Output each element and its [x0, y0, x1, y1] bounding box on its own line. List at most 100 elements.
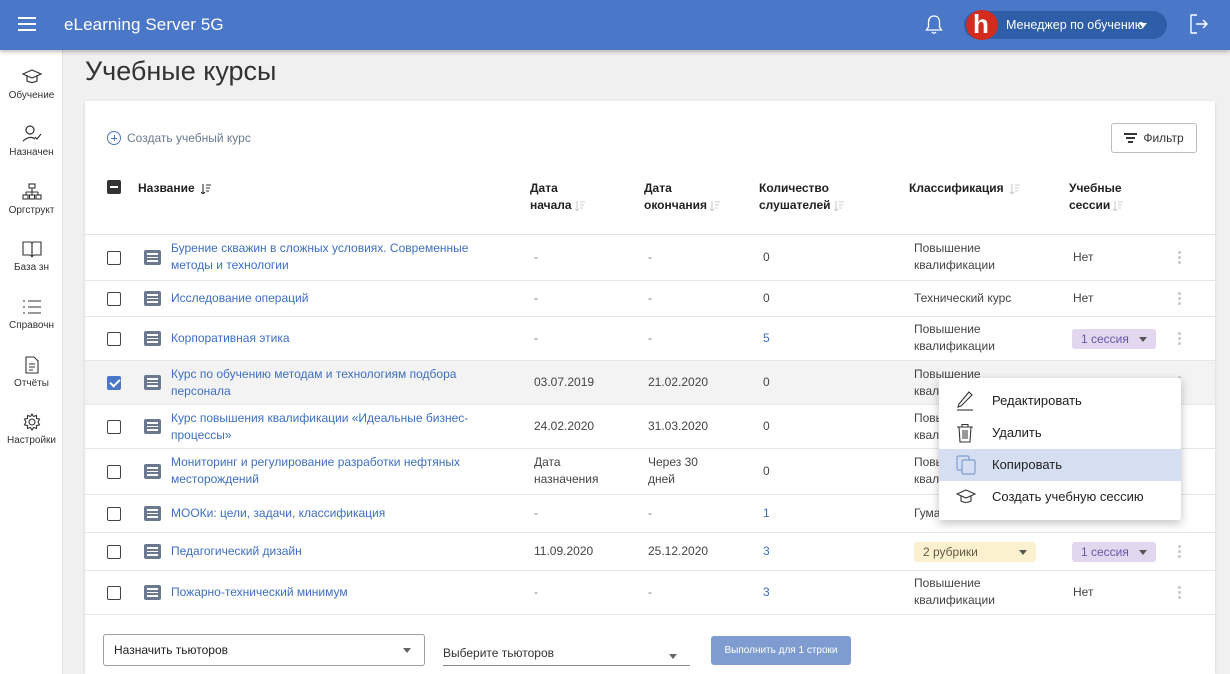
classification: Технический курс [914, 291, 1012, 305]
table-header: Название Дата начала Дата окончания Коли… [85, 173, 1215, 235]
course-name-link[interactable]: Мониторинг и регулирование разработки не… [171, 454, 471, 488]
logout-icon[interactable] [1188, 13, 1210, 35]
row-checkbox[interactable] [107, 545, 121, 559]
sort-icon [1010, 183, 1021, 194]
row-checkbox[interactable] [107, 332, 121, 346]
tutor-select[interactable]: Выберите тьюторов [443, 641, 690, 666]
chevron-down-icon [1139, 23, 1147, 28]
row-actions-icon[interactable] [1178, 332, 1182, 346]
table-row[interactable]: Пожарно-технический минимум - - 3 Повыше… [85, 571, 1215, 615]
row-actions-icon[interactable] [1178, 251, 1182, 265]
chevron-down-icon [1019, 550, 1027, 555]
row-checkbox[interactable] [107, 376, 121, 390]
sidebar-item-learning[interactable]: Обучение [0, 68, 63, 124]
course-list-icon [144, 419, 161, 434]
students-count-link[interactable]: 5 [763, 330, 770, 347]
course-list-icon [144, 375, 161, 390]
sidebar-item-label: База зн [13, 262, 50, 273]
sort-icon [1113, 200, 1124, 211]
classification: Повышение квалификации [914, 576, 995, 607]
classification: Гума [914, 506, 941, 520]
sessions-value: Нет [1073, 250, 1094, 264]
course-name-link[interactable]: Педагогический дизайн [171, 543, 471, 560]
course-name-link[interactable]: Исследование операций [171, 290, 471, 307]
sessions-dropdown[interactable]: 1 сессия [1072, 329, 1156, 349]
end-date: - [648, 291, 652, 305]
create-course-label: Создать учебный курс [127, 131, 251, 145]
sidebar-item-assignments[interactable]: Назначен [0, 125, 63, 181]
sidebar-item-knowledge-base[interactable]: База зн [0, 240, 63, 296]
sidebar-item-reports[interactable]: Отчёты [0, 356, 63, 412]
start-date: - [534, 331, 538, 345]
sidebar-item-settings[interactable]: Настройки [0, 413, 63, 469]
column-header-classification[interactable]: Классификация [909, 180, 1021, 197]
menu-item-delete[interactable]: Удалить [939, 417, 1181, 449]
end-date: - [648, 331, 652, 345]
row-checkbox[interactable] [107, 586, 121, 600]
menu-icon[interactable] [18, 17, 36, 31]
sessions-value: Нет [1073, 585, 1094, 599]
plus-circle-icon [107, 131, 121, 145]
table-row[interactable]: Педагогический дизайн 11.09.2020 25.12.2… [85, 533, 1215, 571]
sort-icon [574, 200, 585, 211]
course-list-icon [144, 585, 161, 600]
menu-item-edit[interactable]: Редактировать [939, 385, 1181, 417]
row-checkbox[interactable] [107, 251, 121, 265]
start-date: - [534, 585, 538, 599]
start-date: - [534, 506, 538, 520]
row-checkbox[interactable] [107, 420, 121, 434]
sessions-dropdown[interactable]: 1 сессия [1072, 542, 1156, 562]
students-count-link[interactable]: 3 [763, 543, 770, 560]
end-date: 21.02.2020 [648, 375, 709, 389]
chevron-down-icon [1139, 550, 1147, 555]
classification-dropdown[interactable]: 2 рубрики [914, 542, 1036, 562]
course-name-link[interactable]: Корпоративная этика [171, 330, 471, 347]
filter-button[interactable]: Фильтр [1111, 123, 1197, 153]
column-header-start-date[interactable]: Дата начала [530, 180, 585, 214]
sort-icon [201, 183, 211, 194]
course-name-link[interactable]: Бурение скважин в сложных условиях. Совр… [171, 240, 471, 274]
course-name-link[interactable]: Курс по обучению методам и технологиям п… [171, 366, 471, 400]
course-list-icon [144, 250, 161, 265]
students-count: 0 [763, 419, 770, 433]
table-row[interactable]: Корпоративная этика - - 5 Повышение квали… [85, 317, 1215, 361]
course-name-link[interactable]: МООКи: цели, задачи, классификация [171, 505, 471, 522]
bell-icon[interactable] [924, 14, 944, 36]
row-checkbox[interactable] [107, 465, 121, 479]
select-all-checkbox[interactable] [107, 180, 121, 194]
create-course-button[interactable]: Создать учебный курс [107, 131, 251, 145]
user-role-menu[interactable]: h Менеджер по обучению [964, 10, 1167, 40]
start-date: Дата назначения [534, 455, 599, 486]
execute-button[interactable]: Выполнить для 1 строки [711, 636, 851, 665]
menu-item-create-session[interactable]: Создать учебную сессию [939, 481, 1181, 513]
students-count-link[interactable]: 1 [763, 505, 770, 522]
role-label: Менеджер по обучению [1006, 18, 1145, 32]
start-date: 03.07.2019 [534, 375, 595, 389]
sidebar-item-references[interactable]: Справочн [0, 298, 63, 354]
row-actions-icon[interactable] [1178, 292, 1182, 306]
table-row[interactable]: Исследование операций - - 0 Технический … [85, 281, 1215, 317]
sidebar-item-orgstructure[interactable]: Оргструкт [0, 183, 63, 239]
sidebar-item-label: Оргструкт [8, 205, 55, 216]
app-title: eLearning Server 5G [64, 15, 224, 34]
column-header-end-date[interactable]: Дата окончания [644, 180, 721, 214]
row-checkbox[interactable] [107, 292, 121, 306]
course-list-icon [144, 544, 161, 559]
row-checkbox[interactable] [107, 507, 121, 521]
table-row[interactable]: Бурение скважин в сложных условиях. Совр… [85, 235, 1215, 281]
course-list-icon [144, 464, 161, 479]
menu-item-copy[interactable]: Копировать [939, 449, 1181, 481]
column-header-students-count[interactable]: Количество слушателей [759, 180, 844, 214]
sidebar-item-label: Назначен [9, 147, 54, 158]
row-actions-icon[interactable] [1178, 545, 1182, 559]
students-count-link[interactable]: 3 [763, 584, 770, 601]
row-context-menu: Редактировать Удалить Копировать Создать… [939, 378, 1181, 520]
column-header-sessions[interactable]: Учебные сессии [1069, 180, 1124, 214]
course-name-link[interactable]: Курс повышения квалификации «Идеальные б… [171, 410, 471, 444]
graduation-cap-icon [21, 69, 42, 84]
course-name-link[interactable]: Пожарно-технический минимум [171, 584, 471, 601]
students-count: 0 [763, 375, 770, 389]
column-header-name[interactable]: Название [138, 180, 211, 197]
row-actions-icon[interactable] [1178, 586, 1182, 600]
assign-action-select[interactable]: Назначить тьюторов [103, 634, 425, 666]
